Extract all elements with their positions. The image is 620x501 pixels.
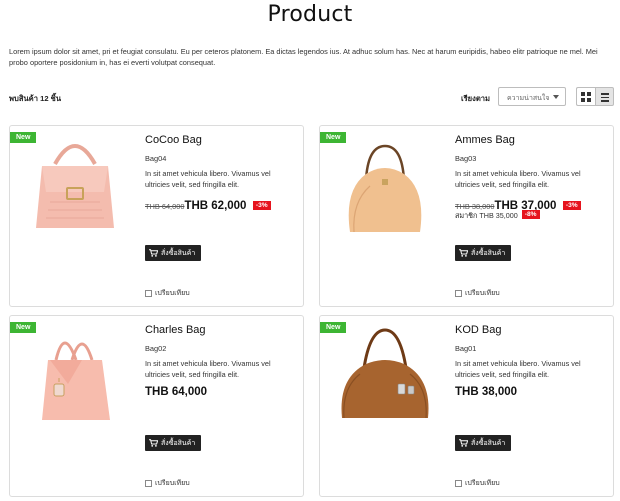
- product-image[interactable]: [330, 132, 440, 247]
- product-card: New Ammes Bag Bag03 In sit amet vehicula…: [319, 125, 614, 307]
- cart-icon: [459, 439, 468, 447]
- product-sku: Bag03: [455, 154, 477, 163]
- product-card: New KOD Bag Bag01 In sit amet vehicula l…: [319, 315, 614, 497]
- product-image[interactable]: [330, 322, 440, 437]
- order-button-label: สั่งซื้อสินค้า: [471, 249, 506, 257]
- list-view-button[interactable]: [595, 87, 614, 106]
- product-image[interactable]: [20, 132, 130, 247]
- product-count: พบสินค้า 12 ชิ้น: [9, 94, 62, 103]
- compare-label: เปรียบเทียบ: [465, 290, 500, 297]
- compare-label: เปรียบเทียบ: [155, 290, 190, 297]
- member-label: สมาชิก: [455, 211, 478, 220]
- product-description: In sit amet vehicula libero. Vivamus vel…: [455, 169, 581, 189]
- checkbox-box[interactable]: [145, 290, 152, 297]
- caret-down-icon: [553, 95, 559, 99]
- member-price-row: สมาชิก THB 35,000 -8%: [455, 210, 540, 222]
- product-name[interactable]: Ammes Bag: [455, 134, 515, 146]
- member-price: THB 35,000: [479, 211, 518, 220]
- order-button[interactable]: สั่งซื้อสินค้า: [455, 245, 512, 261]
- product-name[interactable]: Charles Bag: [145, 324, 206, 336]
- grid-view-button[interactable]: [576, 87, 595, 106]
- compare-checkbox[interactable]: เปรียบเทียบ: [145, 478, 190, 489]
- sort-label: เรียงตาม: [461, 94, 491, 103]
- order-button[interactable]: สั่งซื้อสินค้า: [455, 435, 512, 451]
- product-sku: Bag01: [455, 344, 477, 353]
- member-discount-badge: -8%: [521, 210, 540, 219]
- product-description: In sit amet vehicula libero. Vivamus vel…: [455, 359, 581, 379]
- discount-badge: -3%: [252, 201, 271, 210]
- sort-select[interactable]: ความน่าสนใจ: [498, 87, 566, 106]
- checkbox-box[interactable]: [145, 480, 152, 487]
- checkbox-box[interactable]: [455, 480, 462, 487]
- order-button[interactable]: สั่งซื้อสินค้า: [145, 245, 202, 261]
- product-card: New CoCoo Bag Bag04 In sit amet vehicula…: [9, 125, 304, 307]
- cart-icon: [149, 249, 158, 257]
- compare-checkbox[interactable]: เปรียบเทียบ: [455, 478, 500, 489]
- sort-selected-value: ความน่าสนใจ: [507, 95, 550, 102]
- compare-label: เปรียบเทียบ: [465, 480, 500, 487]
- order-button-label: สั่งซื้อสินค้า: [161, 249, 196, 257]
- order-button-label: สั่งซื้อสินค้า: [471, 439, 506, 447]
- product-sku: Bag02: [145, 344, 167, 353]
- cart-icon: [459, 249, 468, 257]
- page-title: Product: [267, 2, 353, 27]
- price-row: THB 64,000THB 62,000 -3%: [145, 196, 271, 214]
- intro-text: Lorem ipsum dolor sit amet, pri et feugi…: [9, 47, 598, 67]
- compare-label: เปรียบเทียบ: [155, 480, 190, 487]
- new-price: THB 62,000: [184, 200, 247, 212]
- order-button-label: สั่งซื้อสินค้า: [161, 439, 196, 447]
- order-button[interactable]: สั่งซื้อสินค้า: [145, 435, 202, 451]
- checkbox-box[interactable]: [455, 290, 462, 297]
- product-name[interactable]: CoCoo Bag: [145, 134, 202, 146]
- old-price: THB 64,000: [145, 202, 185, 211]
- product-description: In sit amet vehicula libero. Vivamus vel…: [145, 169, 271, 189]
- product-sku: Bag04: [145, 154, 167, 163]
- product-name[interactable]: KOD Bag: [455, 324, 501, 336]
- discount-badge: -3%: [562, 201, 581, 210]
- product-price: THB 64,000: [145, 386, 208, 398]
- product-image[interactable]: [20, 322, 130, 437]
- compare-checkbox[interactable]: เปรียบเทียบ: [455, 288, 500, 299]
- product-price: THB 38,000: [455, 386, 518, 398]
- product-description: In sit amet vehicula libero. Vivamus vel…: [145, 359, 271, 379]
- compare-checkbox[interactable]: เปรียบเทียบ: [145, 288, 190, 299]
- cart-icon: [149, 439, 158, 447]
- product-card: New Charles Bag Bag02 In sit amet vehicu…: [9, 315, 304, 497]
